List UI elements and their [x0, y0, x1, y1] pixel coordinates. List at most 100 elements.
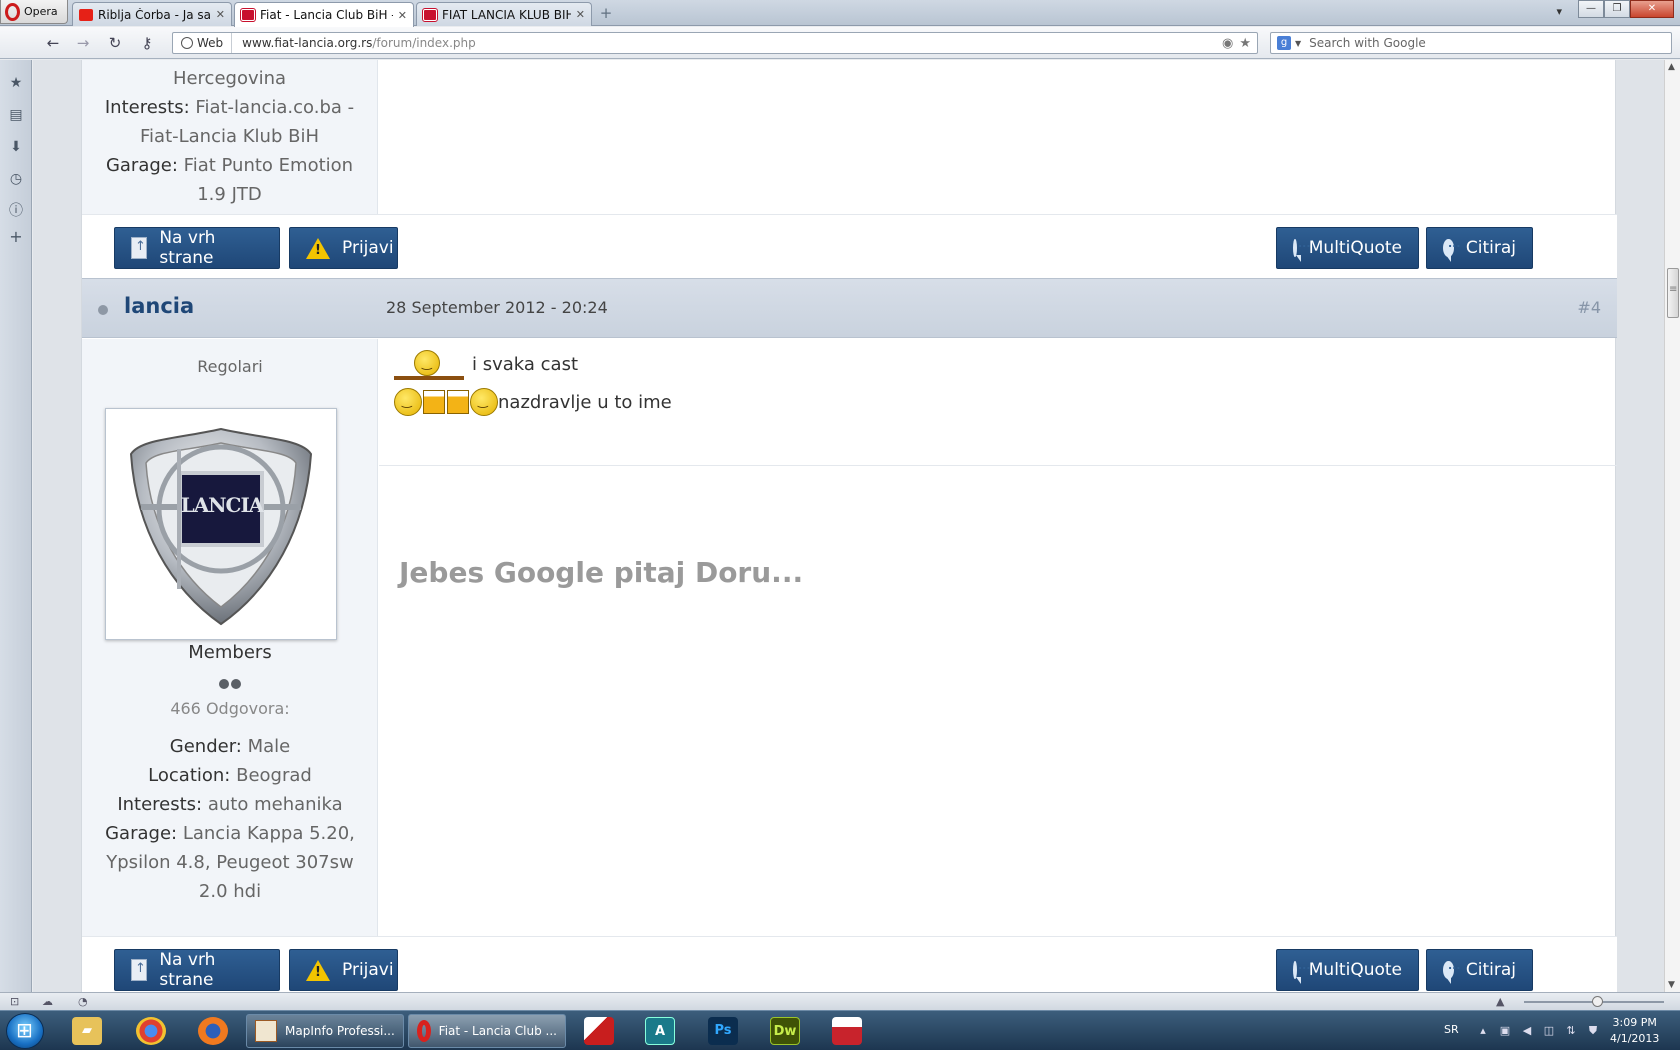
firefox-browser-icon[interactable]: [198, 1017, 228, 1045]
post-action-bar: Na vrh strane Prijavi MultiQuote Citiraj: [82, 936, 1617, 992]
clock[interactable]: 3:09 PM 4/1/2013: [1610, 1015, 1659, 1047]
back-to-top-button[interactable]: Na vrh strane: [114, 949, 280, 991]
quote-button[interactable]: Citiraj: [1426, 949, 1533, 991]
dreamweaver-icon[interactable]: Dw: [770, 1017, 800, 1045]
author-line: Fiat-Lancia Klub BiH: [140, 126, 319, 147]
multiquote-button[interactable]: MultiQuote: [1276, 949, 1419, 991]
keyboard-language[interactable]: SR: [1444, 1023, 1459, 1036]
panel-toggle-icon[interactable]: ⊡: [10, 995, 19, 1008]
mapinfo-app-icon: [255, 1020, 277, 1042]
page-top-icon: [131, 237, 148, 259]
tab-fiat-lancia-club[interactable]: Fiat - Lancia Club BiH -... ✕: [234, 2, 414, 27]
scrollbar-thumb[interactable]: [1667, 268, 1679, 318]
reload-icon[interactable]: ↻: [104, 33, 126, 53]
opera-app-icon: [417, 1020, 431, 1042]
start-button[interactable]: [6, 1013, 44, 1049]
search-engine-chevron-down-icon[interactable]: ▼: [1295, 39, 1301, 48]
tab-list-chevron-down-icon[interactable]: ▾: [1556, 5, 1562, 18]
chrome-browser-icon[interactable]: [136, 1017, 166, 1045]
author-line: Garage: Fiat Punto Emotion: [105, 155, 354, 176]
file-explorer-folder-icon[interactable]: ▰: [72, 1017, 102, 1045]
avatar-logo-text: LANCIA: [180, 493, 265, 517]
monitor-icon[interactable]: ◫: [1542, 1024, 1556, 1038]
opera-menu-button[interactable]: Opera: [0, 0, 68, 24]
author-line: 1.9 JTD: [197, 184, 262, 205]
downloads-icon[interactable]: ⬇: [7, 138, 25, 156]
url-text[interactable]: www.fiat-lancia.org.rs/forum/index.php: [232, 36, 1222, 50]
info-icon[interactable]: ⓘ: [7, 202, 25, 220]
volume-speaker-icon[interactable]: ◀: [1520, 1024, 1534, 1038]
forward-arrow-icon[interactable]: →: [72, 33, 94, 53]
multiquote-bubble-icon: [1293, 959, 1310, 984]
restore-button[interactable]: ❐: [1604, 0, 1630, 18]
taskbar-item-opera[interactable]: Fiat - Lancia Club ...: [408, 1014, 566, 1048]
globe-icon: [181, 37, 193, 49]
antivirus-shield-icon[interactable]: ⛊: [1586, 1024, 1600, 1038]
back-arrow-icon[interactable]: ←: [42, 33, 64, 53]
rss-feed-icon[interactable]: ◉: [1222, 36, 1233, 51]
opera-unite-cloud-icon[interactable]: ☁: [42, 995, 53, 1008]
zoom-slider-knob[interactable]: [1592, 996, 1603, 1007]
close-tab-icon[interactable]: ✕: [576, 8, 585, 21]
close-tab-icon[interactable]: ✕: [398, 9, 407, 22]
tab-fiat-lancia-klub[interactable]: FIAT LANCIA KLUB BIH ✕: [416, 2, 592, 26]
add-panel-plus-icon[interactable]: +: [7, 228, 25, 246]
zoom-up-arrow-icon[interactable]: ▲: [1496, 995, 1504, 1008]
rank-pip-icon: [231, 679, 241, 689]
multiquote-label: MultiQuote: [1308, 238, 1402, 258]
avatar[interactable]: LANCIA: [105, 408, 337, 640]
address-field[interactable]: Web www.fiat-lancia.org.rs/forum/index.p…: [172, 32, 1258, 54]
close-window-button[interactable]: ✕: [1630, 0, 1674, 18]
lancia-shield-logo-icon: [129, 427, 313, 626]
web-badge-label: Web: [197, 36, 224, 50]
report-button[interactable]: Prijavi: [289, 949, 398, 991]
key-icon[interactable]: ⚷: [136, 33, 158, 53]
scroll-up-arrow-icon[interactable]: ▲: [1668, 62, 1675, 72]
close-tab-icon[interactable]: ✕: [216, 8, 225, 21]
scroll-down-arrow-icon[interactable]: ▼: [1668, 980, 1675, 990]
taskbar-item-mapinfo[interactable]: MapInfo Professi...: [246, 1014, 404, 1048]
search-field[interactable]: g ▼ Search with Google: [1270, 32, 1672, 54]
quote-bubble-icon: [1443, 959, 1460, 984]
tray-show-hidden-icon[interactable]: ▴: [1476, 1024, 1490, 1038]
history-clock-icon[interactable]: ◷: [7, 170, 25, 188]
author-interests: Interests: auto mehanika: [117, 794, 343, 815]
quote-label: Citiraj: [1465, 960, 1516, 980]
new-tab-plus-icon[interactable]: +: [598, 5, 614, 21]
tab-riblja-corba[interactable]: Riblja Čorba - Ja sam s... ✕: [72, 2, 232, 26]
author-garage: Garage: Lancia Kappa 5.20,: [105, 823, 355, 844]
browser-status-bar: ⊡ ☁ ◔ ▲: [0, 992, 1680, 1010]
tab-title: Fiat - Lancia Club BiH -...: [260, 8, 393, 22]
report-button[interactable]: Prijavi: [289, 227, 398, 269]
minimize-button[interactable]: —: [1578, 0, 1604, 18]
fiat-lancia-favicon-icon: [240, 8, 256, 22]
notes-icon[interactable]: ▤: [7, 106, 25, 124]
vertical-scrollbar[interactable]: ▲ ▼: [1664, 60, 1680, 992]
update-icon[interactable]: ⇅: [1564, 1024, 1578, 1038]
tab-title: FIAT LANCIA KLUB BIH: [442, 7, 571, 22]
turbo-gauge-icon[interactable]: ◔: [78, 995, 88, 1008]
network-icon[interactable]: ▣: [1498, 1024, 1512, 1038]
beer-cheers-smiley-icon: [394, 388, 498, 416]
back-to-top-label: Na vrh strane: [159, 950, 216, 990]
forum-topic-column: Hercegovina Interests: Fiat-lancia.co.ba…: [81, 60, 1617, 992]
prev-post-action-bar: Na vrh strane Prijavi MultiQuote Citiraj: [82, 214, 1617, 278]
search-placeholder: Search with Google: [1309, 36, 1426, 50]
quote-button[interactable]: Citiraj: [1426, 227, 1533, 269]
author-rank-title: Regolari: [197, 357, 263, 376]
multiquote-button[interactable]: MultiQuote: [1276, 227, 1419, 269]
bookmark-star-icon[interactable]: ★: [1239, 36, 1251, 51]
acrobat-reader-icon[interactable]: [584, 1017, 614, 1045]
back-to-top-button[interactable]: Na vrh strane: [114, 227, 280, 269]
multiquote-bubble-icon: [1293, 237, 1310, 262]
autocad-icon[interactable]: A: [645, 1017, 675, 1045]
site-info-badge[interactable]: Web: [173, 33, 233, 53]
address-toolbar: ← → ↻ ⚷ Web www.fiat-lancia.org.rs/forum…: [0, 27, 1680, 59]
post-author-link[interactable]: lancia: [124, 294, 194, 318]
save-floppy-icon[interactable]: [832, 1017, 862, 1045]
google-search-engine-icon[interactable]: g: [1277, 36, 1291, 50]
bookmarks-star-icon[interactable]: ★: [7, 74, 25, 92]
photoshop-icon[interactable]: Ps: [708, 1017, 738, 1045]
opera-logo-icon: [5, 2, 20, 21]
post-permalink[interactable]: #4: [1577, 298, 1601, 317]
